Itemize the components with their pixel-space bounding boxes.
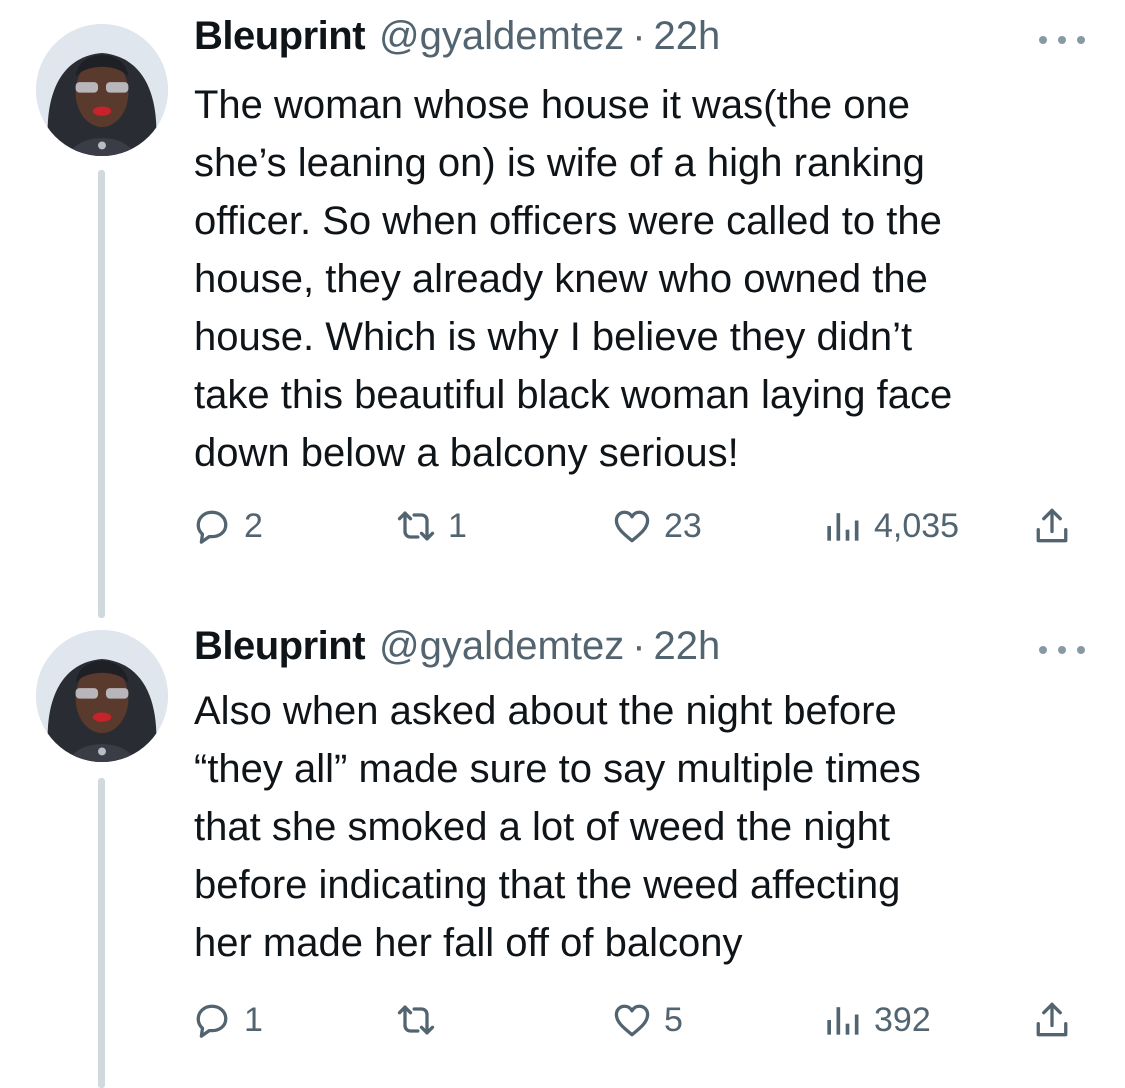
tweet[interactable]: Bleuprint @gyaldemtez · 22h Also when as… (0, 610, 1125, 1088)
author-handle[interactable]: @gyaldemtez (379, 624, 624, 669)
tweet-text-line: she’s leaning on) is wife of a high rank… (194, 141, 925, 185)
tweet-actions: 2 1 23 4,035 (190, 498, 1090, 554)
tweet-text-line: house. Which is why I believe they didn’… (194, 315, 913, 359)
reply-icon (196, 510, 228, 544)
retweet-icon (397, 511, 435, 541)
share-button[interactable] (1030, 498, 1074, 554)
like-button[interactable]: 23 (610, 498, 702, 554)
thread-connector-line (98, 778, 105, 1088)
separator-dot: · (632, 624, 646, 668)
heart-icon (614, 1004, 650, 1037)
tweet[interactable]: Bleuprint @gyaldemtez · 22h The woman wh… (0, 0, 1125, 618)
heart-icon (614, 510, 650, 543)
tweet-text-line: Also when asked about the night before (194, 689, 897, 733)
tweet-text-line: officer. So when officers were called to… (194, 199, 942, 243)
timestamp[interactable]: 22h (654, 14, 721, 59)
tweet-text-line: before indicating that the weed affectin… (194, 863, 901, 907)
like-count: 5 (664, 1000, 683, 1039)
like-count: 23 (664, 506, 702, 545)
timestamp[interactable]: 22h (654, 624, 721, 669)
retweet-button[interactable]: 1 (394, 498, 467, 554)
more-options-icon[interactable] (1039, 30, 1085, 50)
tweet-text-line: “they all” made sure to say multiple tim… (194, 747, 921, 791)
tweet-text-line: that she smoked a lot of weed the night (194, 805, 890, 849)
views-button[interactable]: 4,035 (820, 498, 959, 554)
views-count: 4,035 (874, 506, 960, 545)
tweet-text-line: house, they already knew who owned the (194, 257, 928, 301)
more-options-icon[interactable] (1039, 640, 1085, 660)
separator-dot: · (632, 14, 646, 58)
author-name[interactable]: Bleuprint (194, 14, 366, 59)
tweet-text-line: take this beautiful black woman laying f… (194, 373, 953, 417)
views-button[interactable]: 392 (820, 992, 931, 1048)
reply-count: 2 (244, 506, 263, 545)
share-icon (1036, 1002, 1068, 1037)
views-bar-chart-icon (827, 513, 859, 541)
tweet-text-line: her made her fall off of balcony (194, 921, 743, 965)
tweet-header: Bleuprint @gyaldemtez · 22h (194, 14, 720, 74)
share-icon (1036, 508, 1068, 543)
author-name[interactable]: Bleuprint (194, 624, 366, 669)
views-count: 392 (874, 1000, 931, 1039)
tweet-text: Also when asked about the night before “… (194, 682, 1094, 972)
avatar[interactable] (36, 630, 168, 762)
thread-connector-line (98, 170, 105, 618)
retweet-count: 1 (448, 506, 467, 545)
tweet-text: The woman whose house it was(the one she… (194, 76, 1094, 482)
tweet-actions: 1 5 392 (190, 992, 1090, 1048)
retweet-icon (397, 1005, 435, 1035)
tweet-header: Bleuprint @gyaldemtez · 22h (194, 624, 720, 684)
reply-count: 1 (244, 1000, 263, 1039)
views-bar-chart-icon (827, 1007, 859, 1035)
author-handle[interactable]: @gyaldemtez (379, 14, 624, 59)
reply-icon (196, 1004, 228, 1038)
reply-button[interactable]: 2 (190, 498, 263, 554)
share-button[interactable] (1030, 992, 1074, 1048)
avatar[interactable] (36, 24, 168, 156)
tweet-text-line: The woman whose house it was(the one (194, 83, 910, 127)
reply-button[interactable]: 1 (190, 992, 263, 1048)
tweet-text-line: down below a balcony serious! (194, 431, 739, 475)
like-button[interactable]: 5 (610, 992, 683, 1048)
retweet-button[interactable] (394, 992, 448, 1048)
